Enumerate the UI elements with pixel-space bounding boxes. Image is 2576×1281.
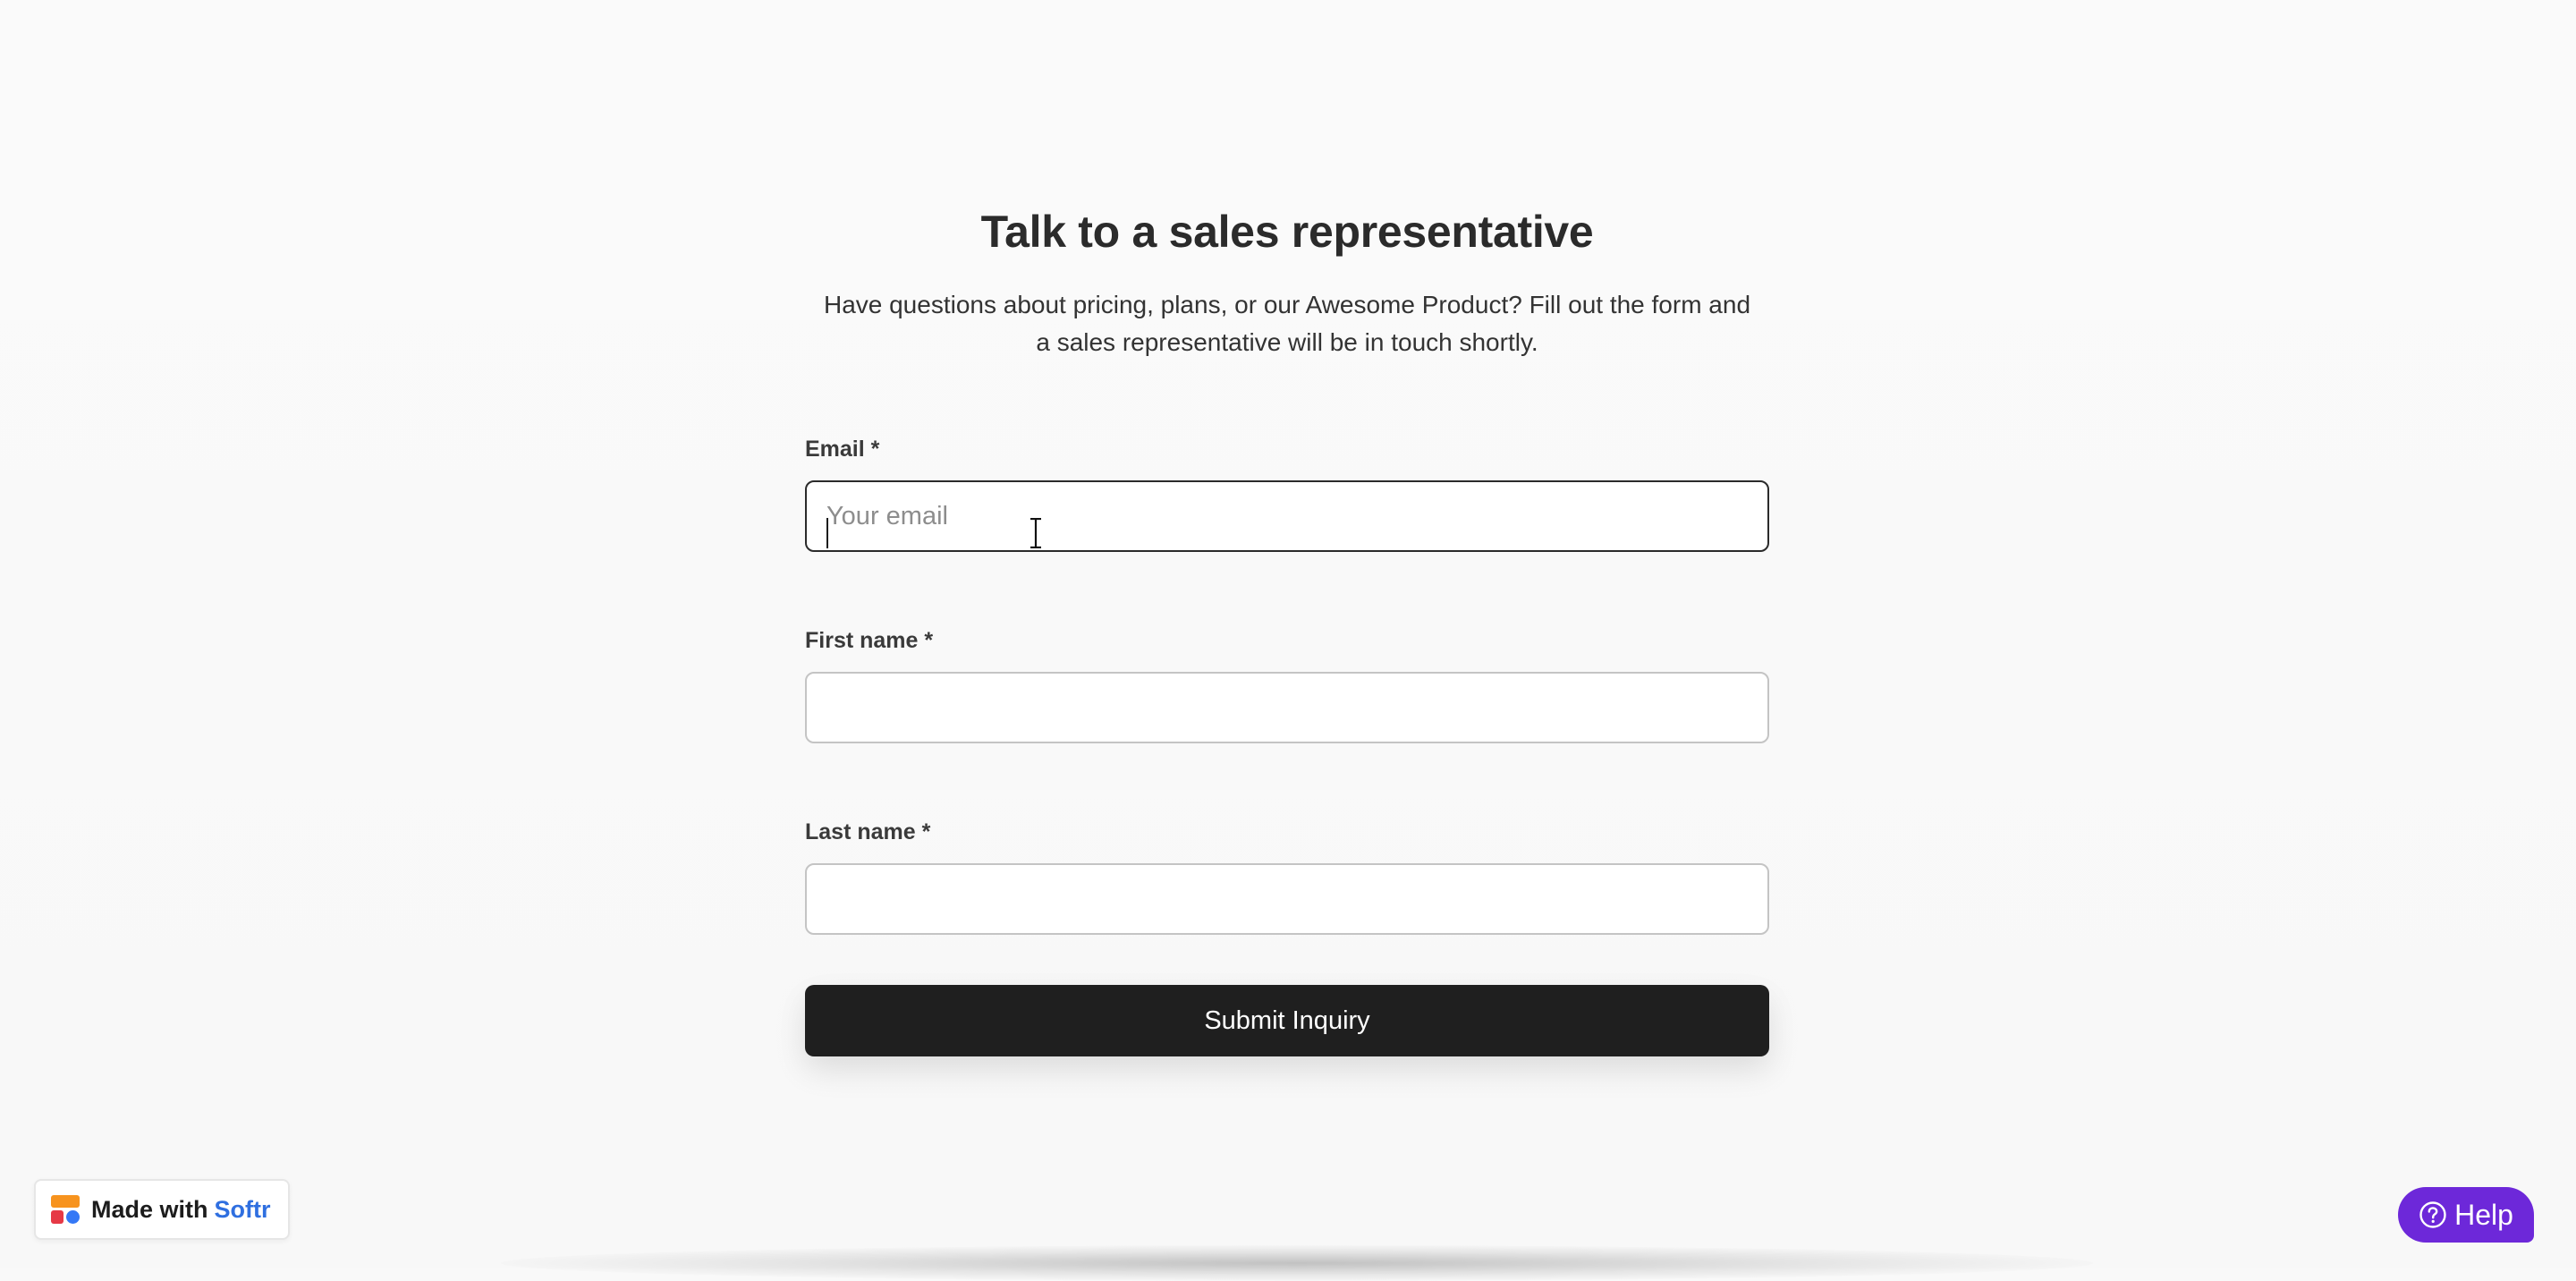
help-button[interactable]: Help: [2398, 1187, 2534, 1243]
badge-brand: Softr: [214, 1195, 271, 1223]
sales-inquiry-form: Email * First name * Last name * Submit …: [805, 436, 1769, 1056]
text-caret: [826, 518, 828, 548]
page-title: Talk to a sales representative: [980, 207, 1594, 257]
bottom-shadow-decoration: [501, 1245, 2093, 1281]
help-label: Help: [2454, 1198, 2513, 1231]
badge-prefix: Made with: [91, 1195, 208, 1223]
badge-text: Made with Softr: [91, 1196, 271, 1224]
submit-inquiry-button[interactable]: Submit Inquiry: [805, 985, 1769, 1056]
first-name-label: First name *: [805, 628, 934, 653]
made-with-softr-badge[interactable]: Made with Softr: [34, 1179, 290, 1240]
last-name-field-group: Last name *: [805, 819, 1769, 935]
email-input-wrapper: [805, 480, 1769, 552]
question-circle-icon: [2419, 1201, 2446, 1228]
contact-form-section: Talk to a sales representative Have ques…: [805, 197, 1769, 1056]
email-field-group: Email *: [805, 436, 1769, 552]
softr-logo-icon: [51, 1195, 80, 1224]
first-name-input[interactable]: [805, 672, 1769, 743]
text-cursor-icon: [1030, 518, 1041, 548]
page-subtitle: Have questions about pricing, plans, or …: [823, 291, 1751, 356]
email-label: Email *: [805, 437, 880, 462]
last-name-input[interactable]: [805, 863, 1769, 935]
last-name-label: Last name *: [805, 819, 931, 844]
page: Talk to a sales representative Have ques…: [0, 0, 2576, 1281]
first-name-field-group: First name *: [805, 627, 1769, 743]
email-input[interactable]: [805, 480, 1769, 552]
